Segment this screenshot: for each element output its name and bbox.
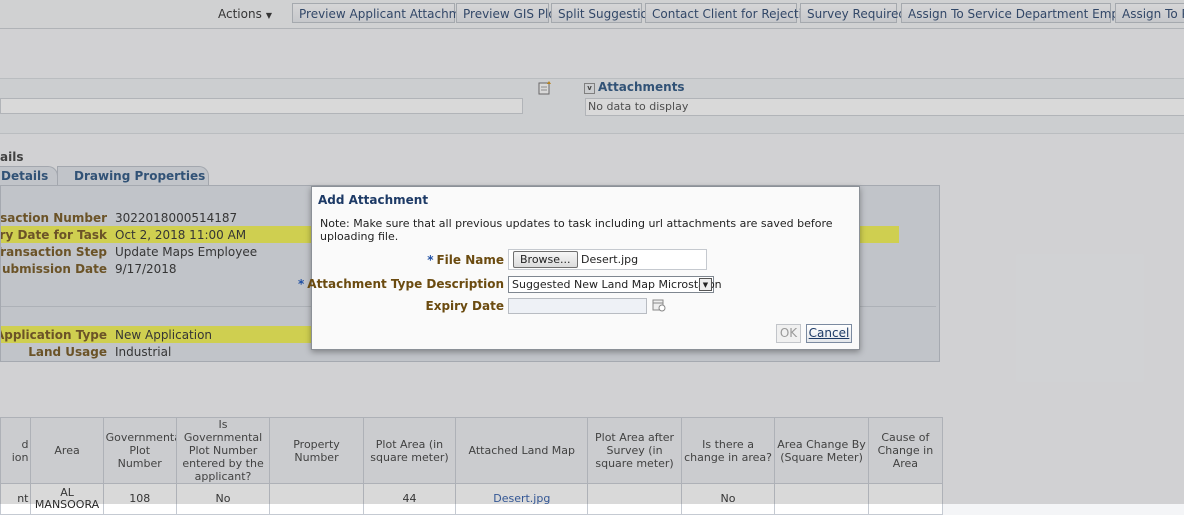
add-attachment-dialog: Add Attachment Note: Make sure that all …	[298, 186, 860, 350]
dialog-note: Note: Make sure that all previous update…	[320, 217, 833, 243]
expiry-date-input[interactable]	[508, 298, 647, 314]
dialog-title: Add Attachment	[318, 193, 429, 207]
attachment-type-label: * Attachment Type Description	[298, 277, 504, 291]
ok-button[interactable]: OK	[776, 324, 801, 343]
selected-file-name: Desert.jpg	[581, 253, 639, 266]
attachment-type-select[interactable]: Suggested New Land Map Microstaion ▼	[508, 276, 722, 293]
attachment-type-value: Suggested New Land Map Microstaion	[512, 278, 722, 291]
required-marker: *	[427, 253, 434, 267]
browse-button[interactable]: Browse...	[513, 251, 578, 268]
file-upload-field: Browse... Desert.jpg	[508, 249, 707, 270]
cancel-button[interactable]: Cancel	[806, 324, 852, 343]
attachment-type-label-text: Attachment Type Description	[307, 277, 504, 291]
file-name-label: * File Name	[427, 253, 504, 267]
file-name-label-text: File Name	[436, 253, 504, 267]
calendar-icon[interactable]	[652, 298, 666, 312]
chevron-down-icon[interactable]: ▼	[699, 278, 712, 291]
required-marker: *	[298, 277, 305, 291]
expiry-date-label: Expiry Date	[425, 299, 505, 313]
